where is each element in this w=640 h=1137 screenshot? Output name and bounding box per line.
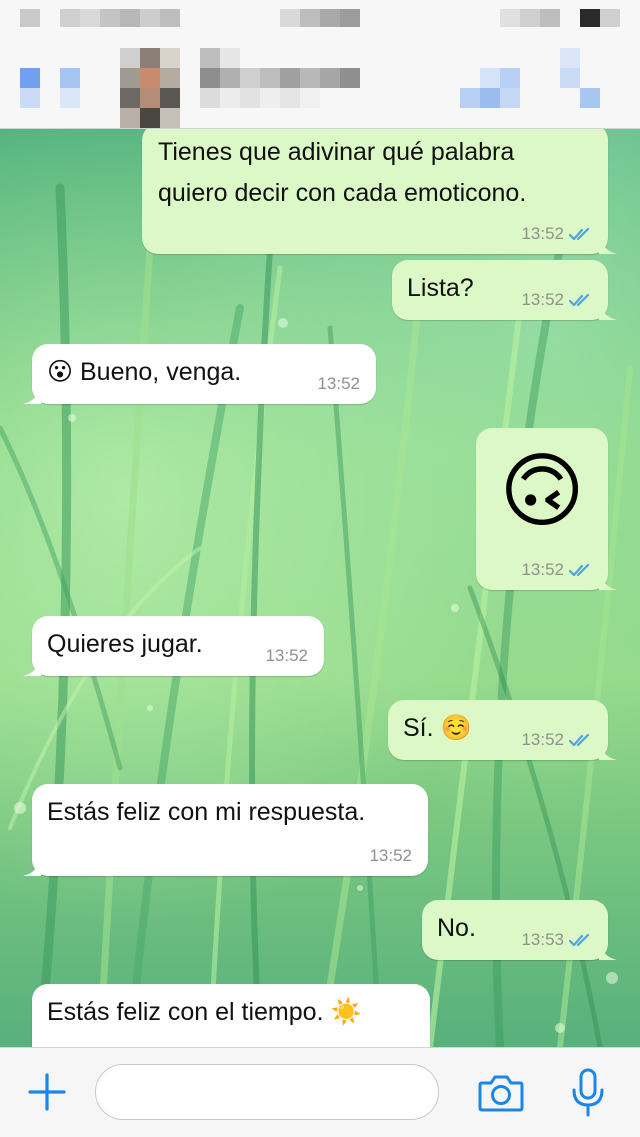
message-time: 13:52 bbox=[521, 730, 564, 749]
message-text: Sí. ☺️ bbox=[403, 714, 472, 742]
message-text: 😮 Bueno, venga. bbox=[47, 358, 242, 386]
chat-area[interactable]: Tienes que adivinar qué palabra quiero d… bbox=[0, 128, 640, 1047]
bubble-tail bbox=[599, 234, 617, 254]
read-ticks-icon bbox=[568, 733, 590, 747]
message-bubble-outgoing[interactable]: Sí. ☺️ 13:52 bbox=[388, 700, 617, 760]
bubble-tail bbox=[599, 740, 617, 760]
message-bubble-outgoing[interactable]: Tienes que adivinar qué palabra quiero d… bbox=[142, 128, 617, 254]
bubble-tail bbox=[599, 570, 617, 590]
message-text: Tienes que adivinar qué palabra bbox=[158, 138, 515, 166]
large-emoji: 🙃 bbox=[499, 446, 585, 537]
read-ticks-icon bbox=[568, 563, 590, 577]
camera-icon[interactable] bbox=[478, 1073, 524, 1113]
read-ticks-icon bbox=[568, 227, 590, 241]
bubble-tail bbox=[23, 656, 41, 676]
message-time: 13:52 bbox=[369, 846, 412, 865]
microphone-icon[interactable] bbox=[570, 1068, 606, 1118]
message-bubble-incoming[interactable]: Estás feliz con el tiempo. ☀️ bbox=[32, 984, 430, 1047]
message-bubble-incoming[interactable]: 😮 Bueno, venga. 13:52 bbox=[23, 344, 376, 404]
message-input[interactable] bbox=[95, 1064, 439, 1120]
bubble-tail bbox=[23, 856, 41, 876]
message-bubble-incoming[interactable]: Estás feliz con mi respuesta. 13:52 bbox=[23, 784, 428, 876]
message-time: 13:53 bbox=[521, 930, 564, 949]
message-bubble-outgoing[interactable]: No. 13:53 bbox=[422, 900, 617, 960]
bubble-tail bbox=[23, 384, 41, 404]
message-time: 13:52 bbox=[521, 560, 564, 579]
message-time: 13:52 bbox=[265, 646, 308, 665]
read-ticks-icon bbox=[568, 293, 590, 307]
read-ticks-icon bbox=[568, 933, 590, 947]
message-text: Estás feliz con el tiempo. ☀️ bbox=[47, 998, 362, 1026]
message-text: quiero decir con cada emoticono. bbox=[158, 179, 527, 207]
message-text: Quieres jugar. bbox=[47, 630, 203, 658]
message-text: No. bbox=[437, 914, 476, 942]
message-text: Lista? bbox=[407, 274, 474, 302]
top-bar bbox=[0, 0, 640, 129]
message-time: 13:52 bbox=[317, 374, 360, 393]
message-time: 13:52 bbox=[521, 224, 564, 243]
message-bubble-outgoing[interactable]: 🙃 13:52 bbox=[476, 428, 617, 590]
message-text: Estás feliz con mi respuesta. bbox=[47, 798, 366, 826]
bubble-tail bbox=[599, 940, 617, 960]
input-bar bbox=[0, 1047, 640, 1137]
message-time: 13:52 bbox=[521, 290, 564, 309]
bubble-tail bbox=[599, 300, 617, 320]
message-bubble-outgoing[interactable]: Lista? 13:52 bbox=[392, 260, 617, 320]
message-bubble-incoming[interactable]: Quieres jugar. 13:52 bbox=[23, 616, 324, 676]
plus-icon[interactable] bbox=[28, 1073, 66, 1111]
